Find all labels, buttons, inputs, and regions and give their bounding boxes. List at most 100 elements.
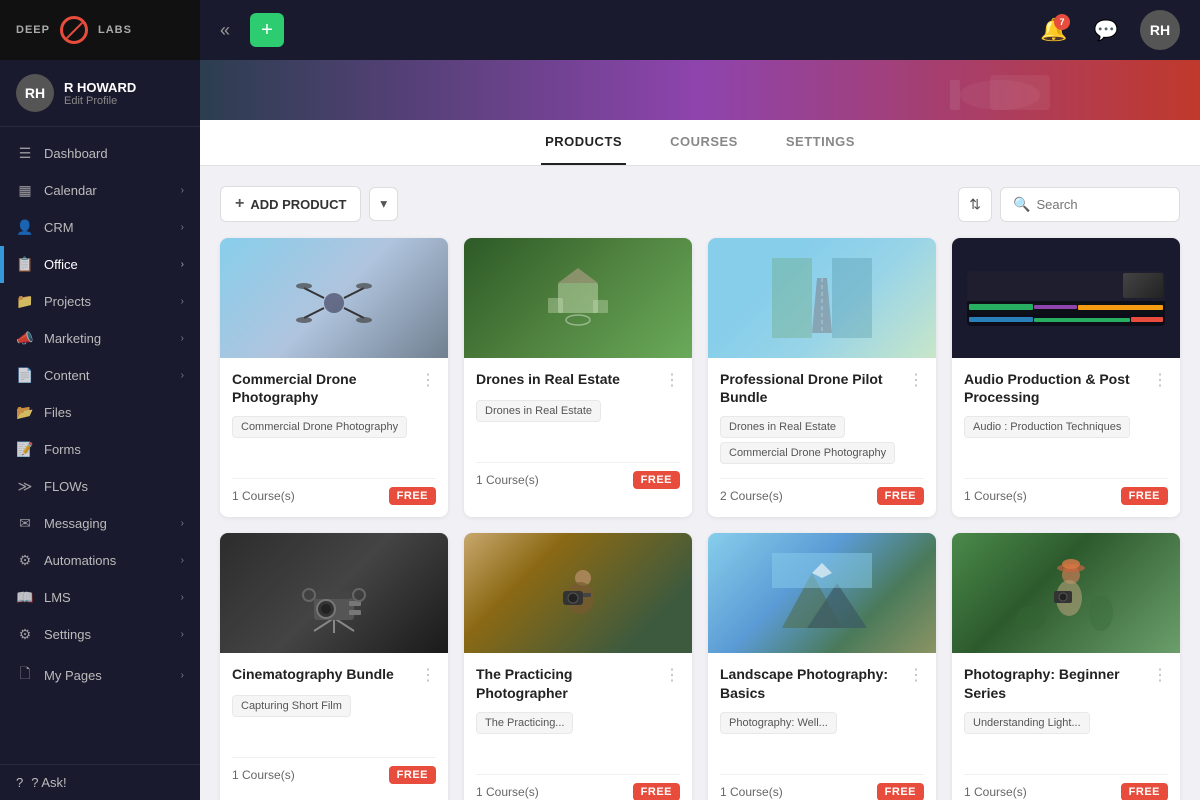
- chevron-right-icon: ›: [181, 259, 184, 270]
- search-input[interactable]: [1036, 197, 1166, 212]
- add-product-dropdown[interactable]: ▾: [369, 187, 398, 221]
- price-badge: FREE: [633, 783, 680, 800]
- message-icon: 💬: [1094, 18, 1119, 43]
- card-menu-button[interactable]: ⋮: [420, 370, 436, 390]
- card-image: [708, 533, 936, 653]
- card-menu-button[interactable]: ⋮: [908, 665, 924, 685]
- filter-button[interactable]: ⇅: [958, 187, 992, 222]
- sidebar-item-calendar[interactable]: ▦ Calendar ›: [0, 172, 200, 209]
- sidebar-item-lms[interactable]: 📖 LMS ›: [0, 579, 200, 616]
- card-menu-button[interactable]: ⋮: [908, 370, 924, 390]
- card-footer: 1 Course(s) FREE: [964, 774, 1168, 800]
- add-product-button[interactable]: + ADD PRODUCT: [220, 186, 361, 222]
- chevron-right-icon: ›: [181, 670, 184, 681]
- product-card: Landscape Photography: Basics ⋮ Photogra…: [708, 533, 936, 800]
- sidebar-item-label: Calendar: [44, 183, 97, 198]
- chevron-right-icon: ›: [181, 370, 184, 381]
- sidebar-item-label: Files: [44, 405, 71, 420]
- courses-count: 1 Course(s): [964, 785, 1027, 799]
- filter-icon: ⇅: [969, 196, 981, 212]
- card-menu-button[interactable]: ⋮: [1152, 665, 1168, 685]
- sidebar-item-projects[interactable]: 📁 Projects ›: [0, 283, 200, 320]
- sidebar-item-label: LMS: [44, 590, 71, 605]
- chevron-right-icon: ›: [181, 185, 184, 196]
- sidebar-item-flows[interactable]: ≫ FLOWs: [0, 468, 200, 505]
- card-tag: Photography: Well...: [720, 712, 837, 734]
- card-tag: Understanding Light...: [964, 712, 1090, 734]
- card-image: [952, 238, 1180, 358]
- courses-count: 1 Course(s): [964, 489, 1027, 503]
- sidebar-item-content[interactable]: 📄 Content ›: [0, 357, 200, 394]
- card-menu-button[interactable]: ⋮: [1152, 370, 1168, 390]
- card-tag: Commercial Drone Photography: [720, 442, 895, 464]
- add-button[interactable]: +: [250, 13, 284, 47]
- sidebar-item-dashboard[interactable]: ☰ Dashboard: [0, 135, 200, 172]
- sidebar-item-label: Automations: [44, 553, 116, 568]
- sidebar-item-marketing[interactable]: 📣 Marketing ›: [0, 320, 200, 357]
- ask-button[interactable]: ? ? Ask!: [16, 775, 184, 790]
- card-tags: Understanding Light...: [964, 712, 1168, 762]
- content-icon: 📄: [16, 367, 34, 384]
- card-menu-button[interactable]: ⋮: [420, 665, 436, 685]
- notification-button[interactable]: 🔔 7: [1036, 12, 1072, 48]
- settings-icon: ⚙: [16, 626, 34, 643]
- ask-bar[interactable]: ? ? Ask!: [0, 764, 200, 800]
- card-body: Drones in Real Estate ⋮ Drones in Real E…: [464, 358, 692, 501]
- card-footer: 1 Course(s) FREE: [476, 774, 680, 800]
- nav-items: ☰ Dashboard ▦ Calendar › 👤 CRM › 📋 Offic…: [0, 127, 200, 764]
- courses-count: 2 Course(s): [720, 489, 783, 503]
- card-tag: Commercial Drone Photography: [232, 416, 407, 438]
- card-menu-button[interactable]: ⋮: [664, 665, 680, 685]
- card-tag: Capturing Short Film: [232, 695, 351, 717]
- card-footer: 1 Course(s) FREE: [476, 462, 680, 489]
- card-tags: The Practicing...: [476, 712, 680, 762]
- sidebar-item-messaging[interactable]: ✉ Messaging ›: [0, 505, 200, 542]
- tab-products[interactable]: PRODUCTS: [541, 120, 626, 165]
- price-badge: FREE: [633, 471, 680, 489]
- sidebar-item-office[interactable]: 📋 Office ›: [0, 246, 200, 283]
- collapse-button[interactable]: «: [220, 20, 230, 41]
- sidebar-item-label: Content: [44, 368, 90, 383]
- card-footer: 1 Course(s) FREE: [232, 757, 436, 784]
- products-area: + ADD PRODUCT ▾ ⇅ 🔍: [200, 166, 1200, 800]
- marketing-icon: 📣: [16, 330, 34, 347]
- add-product-label: ADD PRODUCT: [250, 197, 346, 212]
- user-section[interactable]: RH R HOWARD Edit Profile: [0, 60, 200, 127]
- courses-count: 1 Course(s): [232, 489, 295, 503]
- ask-label: ? Ask!: [31, 775, 66, 790]
- sidebar-item-mypages[interactable]: 🗋 My Pages ›: [0, 653, 200, 697]
- sidebar-item-automations[interactable]: ⚙ Automations ›: [0, 542, 200, 579]
- tab-settings[interactable]: SETTINGS: [782, 120, 859, 165]
- card-footer: 1 Course(s) FREE: [964, 478, 1168, 505]
- edit-profile-link[interactable]: Edit Profile: [64, 95, 136, 107]
- sidebar-item-label: Forms: [44, 442, 81, 457]
- tab-courses[interactable]: COURSES: [666, 120, 742, 165]
- price-badge: FREE: [389, 487, 436, 505]
- sidebar-item-files[interactable]: 📂 Files: [0, 394, 200, 431]
- projects-icon: 📁: [16, 293, 34, 310]
- search-box[interactable]: 🔍: [1000, 187, 1180, 222]
- profile-avatar[interactable]: RH: [1140, 10, 1180, 50]
- sidebar-item-label: Projects: [44, 294, 91, 309]
- automations-icon: ⚙: [16, 552, 34, 569]
- card-image: [464, 533, 692, 653]
- messages-button[interactable]: 💬: [1088, 12, 1124, 48]
- product-card: Drones in Real Estate ⋮ Drones in Real E…: [464, 238, 692, 517]
- price-badge: FREE: [877, 487, 924, 505]
- card-title: Cinematography Bundle: [232, 665, 420, 683]
- chevron-right-icon: ›: [181, 222, 184, 233]
- page-content: PRODUCTS COURSES SETTINGS + ADD PRODUCT …: [200, 60, 1200, 800]
- chevron-right-icon: ›: [181, 592, 184, 603]
- card-menu-button[interactable]: ⋮: [664, 370, 680, 390]
- chevron-right-icon: ›: [181, 555, 184, 566]
- sidebar-item-crm[interactable]: 👤 CRM ›: [0, 209, 200, 246]
- products-toolbar: + ADD PRODUCT ▾ ⇅ 🔍: [220, 186, 1180, 222]
- sidebar-item-label: Messaging: [44, 516, 107, 531]
- messaging-icon: ✉: [16, 515, 34, 532]
- card-tags: Photography: Well...: [720, 712, 924, 762]
- card-body: The Practicing Photographer ⋮ The Practi…: [464, 653, 692, 800]
- sidebar-item-forms[interactable]: 📝 Forms: [0, 431, 200, 468]
- product-card: Audio Production & Post Processing ⋮ Aud…: [952, 238, 1180, 517]
- sidebar-item-settings[interactable]: ⚙ Settings ›: [0, 616, 200, 653]
- sidebar-item-label: Settings: [44, 627, 91, 642]
